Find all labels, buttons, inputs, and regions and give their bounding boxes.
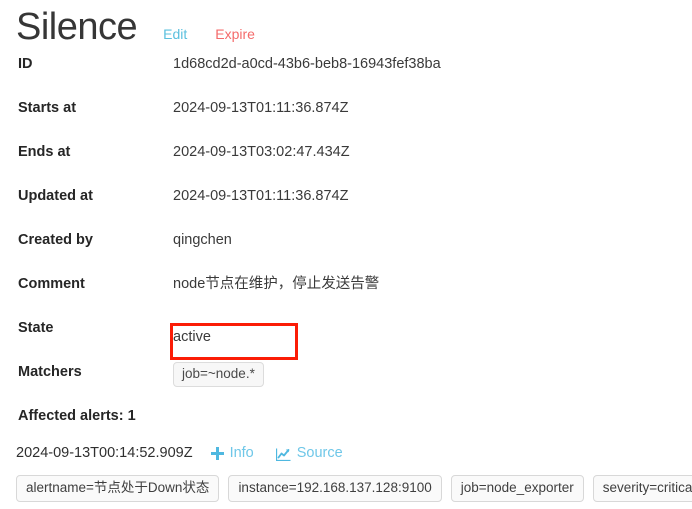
label-badge-job[interactable]: job=node_exporter <box>450 475 584 502</box>
label-starts-at: Starts at <box>18 100 77 116</box>
detail-row-comment: Comment node节点在维护，停止发送告警 <box>0 274 692 318</box>
label-created-by: Created by <box>18 232 93 248</box>
alert-source-label: Source <box>296 445 343 461</box>
value-updated-at: 2024-09-13T01:11:36.874Z <box>173 188 349 204</box>
alert-info-label: Info <box>229 445 254 461</box>
value-state: active <box>173 329 211 345</box>
value-comment: node节点在维护，停止发送告警 <box>173 276 380 292</box>
page-header: Silence Edit Expire <box>0 0 692 48</box>
detail-row-starts-at: Starts at 2024-09-13T01:11:36.874Z <box>0 98 692 142</box>
label-comment: Comment <box>18 276 85 292</box>
label-badge-severity[interactable]: severity=critical <box>592 475 692 502</box>
value-created-by: qingchen <box>173 232 232 248</box>
matcher-badge[interactable]: job=~node.* <box>173 362 264 387</box>
value-ends-at: 2024-09-13T03:02:47.434Z <box>173 144 350 160</box>
affected-alerts-heading: Affected alerts: 1 <box>18 408 136 424</box>
header-actions: Edit Expire <box>163 26 283 42</box>
page-title: Silence <box>16 6 138 48</box>
detail-row-matchers: Matchers job=~node.* <box>0 362 692 402</box>
alert-info-link[interactable]: Info <box>210 445 254 461</box>
alert-source-link[interactable]: Source <box>275 445 343 461</box>
value-id: 1d68cd2d-a0cd-43b6-beb8-16943fef38ba <box>173 56 441 72</box>
value-matchers: job=~node.* <box>173 362 264 387</box>
detail-row-ends-at: Ends at 2024-09-13T03:02:47.434Z <box>0 142 692 186</box>
plus-icon <box>210 446 224 460</box>
label-ends-at: Ends at <box>18 144 71 160</box>
alert-label-badges: alertname=节点处于Down状态 instance=192.168.13… <box>0 475 692 502</box>
label-state: State <box>18 320 54 336</box>
label-matchers: Matchers <box>18 364 82 380</box>
affected-alert-row: 2024-09-13T00:14:52.909Z Info Source <box>0 445 692 461</box>
silence-detail-list: ID 1d68cd2d-a0cd-43b6-beb8-16943fef38ba … <box>0 46 692 402</box>
label-badge-instance[interactable]: instance=192.168.137.128:9100 <box>228 475 442 502</box>
alert-timestamp: 2024-09-13T00:14:52.909Z <box>16 445 193 461</box>
detail-row-updated-at: Updated at 2024-09-13T01:11:36.874Z <box>0 186 692 230</box>
detail-row-created-by: Created by qingchen <box>0 230 692 274</box>
detail-row-state: State active <box>0 318 692 362</box>
value-starts-at: 2024-09-13T01:11:36.874Z <box>173 100 349 116</box>
label-updated-at: Updated at <box>18 188 93 204</box>
chart-line-icon <box>275 448 291 461</box>
label-badge-alertname[interactable]: alertname=节点处于Down状态 <box>16 475 220 502</box>
label-id: ID <box>18 56 33 72</box>
detail-row-id: ID 1d68cd2d-a0cd-43b6-beb8-16943fef38ba <box>0 54 692 98</box>
edit-link[interactable]: Edit <box>163 26 187 42</box>
expire-link[interactable]: Expire <box>215 26 255 42</box>
